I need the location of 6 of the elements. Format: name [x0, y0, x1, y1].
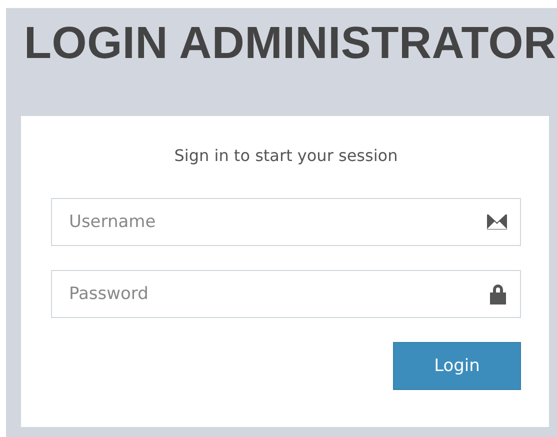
page-title: LOGIN ADMINISTRATOR: [24, 18, 557, 68]
login-message: Sign in to start your session: [173, 146, 399, 165]
input-field[interactable]: Username: [51, 198, 521, 246]
login-button[interactable]: Login: [393, 342, 521, 390]
lock-icon: [489, 284, 507, 304]
input-field[interactable]: Password: [51, 270, 521, 318]
